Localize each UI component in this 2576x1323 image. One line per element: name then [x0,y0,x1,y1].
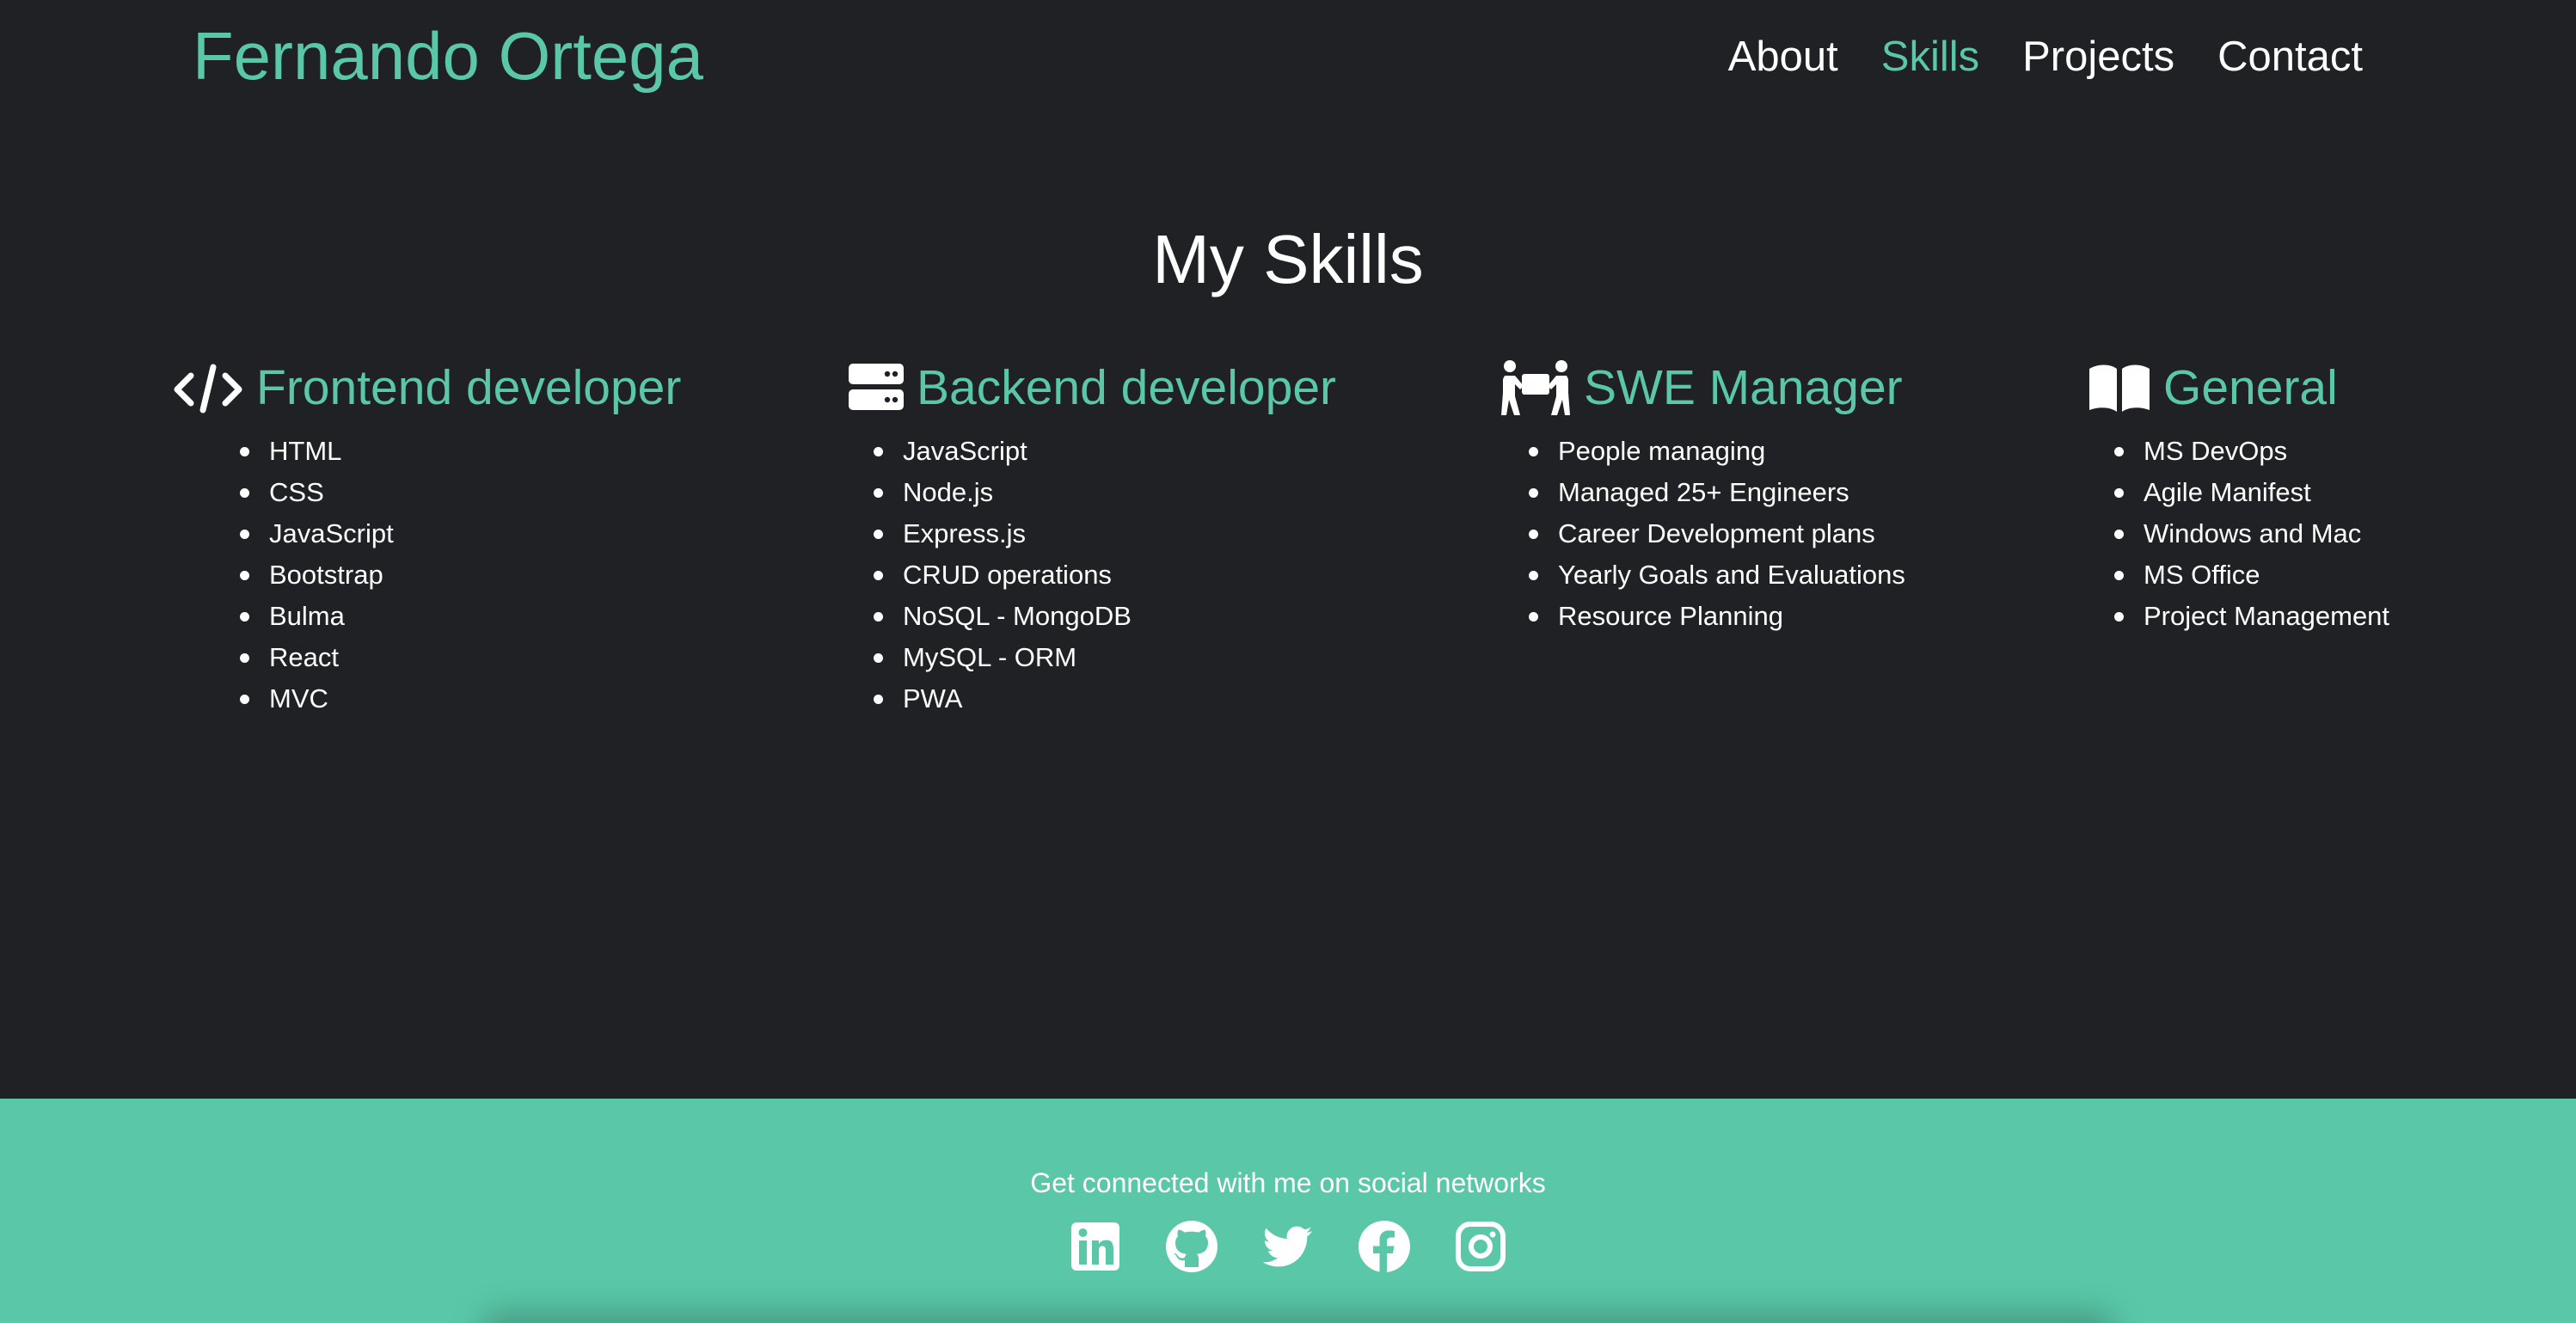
list-item: Bootstrap [239,554,681,596]
skill-heading: Backend developer [917,359,1337,415]
nav-about[interactable]: About [1728,36,1838,78]
skill-list: HTML CSS JavaScript Bootstrap Bulma Reac… [239,431,681,720]
skill-list: MS DevOps Agile Manifest Windows and Mac… [2113,431,2389,637]
list-item: People managing [1529,431,1905,472]
list-item: Resource Planning [1529,596,1905,637]
list-item: Node.js [873,472,1336,513]
code-icon [172,360,244,415]
list-item: HTML [239,431,681,472]
nav-skills[interactable]: Skills [1881,36,1979,78]
skill-column-manager: SWE Manager People managing Managed 25+ … [1500,357,1905,637]
list-item: Project Management [2113,596,2389,637]
brand-link[interactable]: Fernando Ortega [193,22,703,89]
list-item: MySQL - ORM [873,637,1336,678]
skill-heading-row: SWE Manager [1500,357,1905,419]
skill-column-general: General MS DevOps Agile Manifest Windows… [2088,357,2389,637]
list-item: MS DevOps [2113,431,2389,472]
skill-heading-row: Backend developer [848,357,1336,419]
page-title: My Skills [1152,221,1424,297]
list-item: MVC [239,678,681,720]
list-item: CSS [239,472,681,513]
twitter-icon[interactable] [1260,1219,1316,1274]
github-icon[interactable] [1164,1219,1219,1274]
skill-heading: SWE Manager [1584,359,1903,415]
book-open-icon [2088,362,2151,413]
nav-projects[interactable]: Projects [2022,36,2174,78]
linkedin-icon[interactable] [1068,1219,1123,1274]
list-item: Agile Manifest [2113,472,2389,513]
list-item: Career Development plans [1529,513,1905,554]
skill-heading-row: Frontend developer [172,357,681,419]
skill-heading: General [2163,359,2338,415]
list-item: JavaScript [873,431,1336,472]
nav-contact[interactable]: Contact [2217,36,2363,78]
list-item: React [239,637,681,678]
skill-list: People managing Managed 25+ Engineers Ca… [1529,431,1905,637]
facebook-icon[interactable] [1357,1219,1412,1274]
footer-shadow [481,1314,2115,1323]
list-item: Managed 25+ Engineers [1529,472,1905,513]
list-item: Express.js [873,513,1336,554]
instagram-icon[interactable] [1453,1219,1508,1274]
list-item: PWA [873,678,1336,720]
list-item: Windows and Mac [2113,513,2389,554]
skill-heading: Frontend developer [256,359,682,415]
skill-column-frontend: Frontend developer HTML CSS JavaScript B… [172,357,681,720]
footer: Get connected with me on social networks [0,1099,2576,1323]
list-item: JavaScript [239,513,681,554]
main-nav: About Skills Projects Contact [1728,36,2363,78]
list-item: Bulma [239,596,681,637]
skill-column-backend: Backend developer JavaScript Node.js Exp… [848,357,1336,720]
list-item: NoSQL - MongoDB [873,596,1336,637]
social-links [0,1219,2576,1274]
skill-heading-row: General [2088,357,2389,419]
people-carry-icon [1500,358,1572,417]
list-item: MS Office [2113,554,2389,596]
footer-text: Get connected with me on social networks [1030,1167,1546,1198]
list-item: CRUD operations [873,554,1336,596]
skill-list: JavaScript Node.js Express.js CRUD opera… [873,431,1336,720]
list-item: Yearly Goals and Evaluations [1529,554,1905,596]
server-icon [848,362,905,413]
page: Fernando Ortega About Skills Projects Co… [0,0,2576,1323]
